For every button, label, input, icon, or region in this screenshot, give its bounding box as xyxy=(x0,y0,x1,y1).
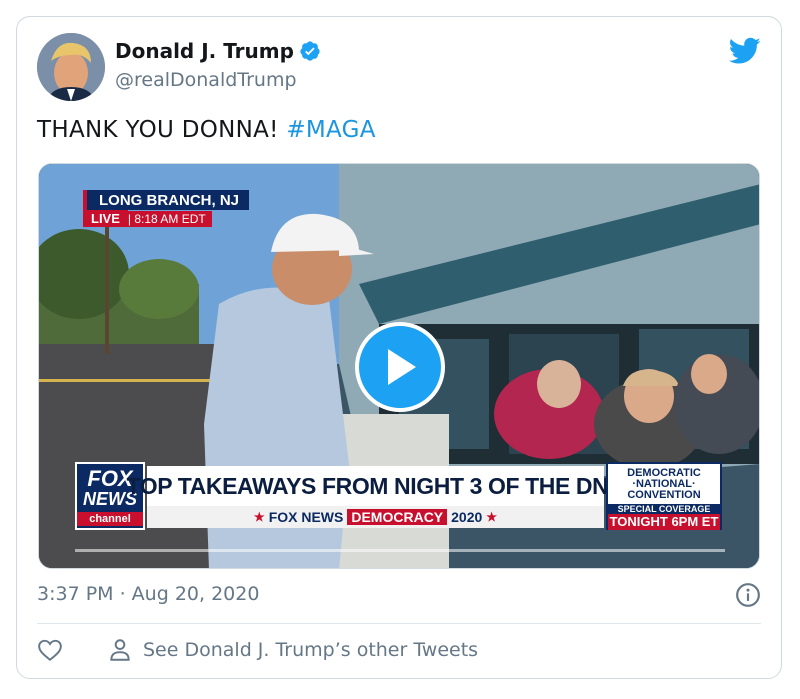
tweet-text-main: THANK YOU DONNA! xyxy=(37,117,287,143)
location-lower-third: LONG BRANCH, NJ LIVE | 8:18 AM EDT xyxy=(83,190,249,227)
chyron-headline: TOP TAKEAWAYS FROM NIGHT 3 OF THE DNC xyxy=(126,472,625,499)
author-handle[interactable]: @realDonaldTrump xyxy=(115,69,297,91)
play-icon xyxy=(388,349,416,385)
sub-bar-year: 2020 xyxy=(451,509,483,525)
star-icon: ★ xyxy=(486,510,498,524)
fox-logo-line3: channel xyxy=(77,512,143,526)
info-icon[interactable] xyxy=(735,582,761,608)
twitter-bird-icon[interactable] xyxy=(729,37,761,65)
play-button[interactable] xyxy=(355,322,445,412)
live-badge: LIVE xyxy=(83,210,128,227)
chyron-sub-bar: ★ FOX NEWS DEMOCRACY 2020 ★ xyxy=(147,506,604,528)
dnc-line3: CONVENTION xyxy=(627,489,701,501)
author-avatar[interactable] xyxy=(37,33,105,101)
star-icon: ★ xyxy=(253,510,265,524)
sub-bar-program: DEMOCRACY xyxy=(347,509,448,525)
location-label: LONG BRANCH, NJ xyxy=(83,190,249,210)
tweet-text: THANK YOU DONNA! #MAGA xyxy=(37,117,376,143)
heart-icon[interactable] xyxy=(37,637,63,663)
dnc-line5: TONIGHT 6PM ET xyxy=(608,514,720,530)
dnc-line4: SPECIAL COVERAGE xyxy=(608,504,720,514)
other-tweets-link[interactable]: See Donald J. Trump’s other Tweets xyxy=(143,639,478,661)
news-chyron: FOX NEWS channel TOP TAKEAWAYS FROM NIGH… xyxy=(75,462,759,534)
tweet-card[interactable]: Donald J. Trump @realDonaldTrump THANK Y… xyxy=(16,16,782,679)
video-player[interactable]: LONG BRANCH, NJ LIVE | 8:18 AM EDT FOX N… xyxy=(38,163,760,569)
person-icon xyxy=(110,639,130,661)
tweet-footer: See Donald J. Trump’s other Tweets xyxy=(37,637,478,663)
verified-badge-icon xyxy=(300,41,320,61)
author-name[interactable]: Donald J. Trump xyxy=(115,39,294,63)
live-time: | 8:18 AM EDT xyxy=(127,210,212,227)
dnc-badge: DEMOCRATIC ·NATIONAL· CONVENTION SPECIAL… xyxy=(606,462,722,530)
hashtag-link[interactable]: #MAGA xyxy=(286,117,376,143)
footer-divider xyxy=(37,623,761,624)
tweet-timestamp[interactable]: 3:37 PM · Aug 20, 2020 xyxy=(37,583,259,605)
video-progress-bar[interactable] xyxy=(75,549,725,552)
headline-bar: TOP TAKEAWAYS FROM NIGHT 3 OF THE DNC xyxy=(126,466,625,506)
sub-bar-network: FOX NEWS xyxy=(268,509,344,525)
